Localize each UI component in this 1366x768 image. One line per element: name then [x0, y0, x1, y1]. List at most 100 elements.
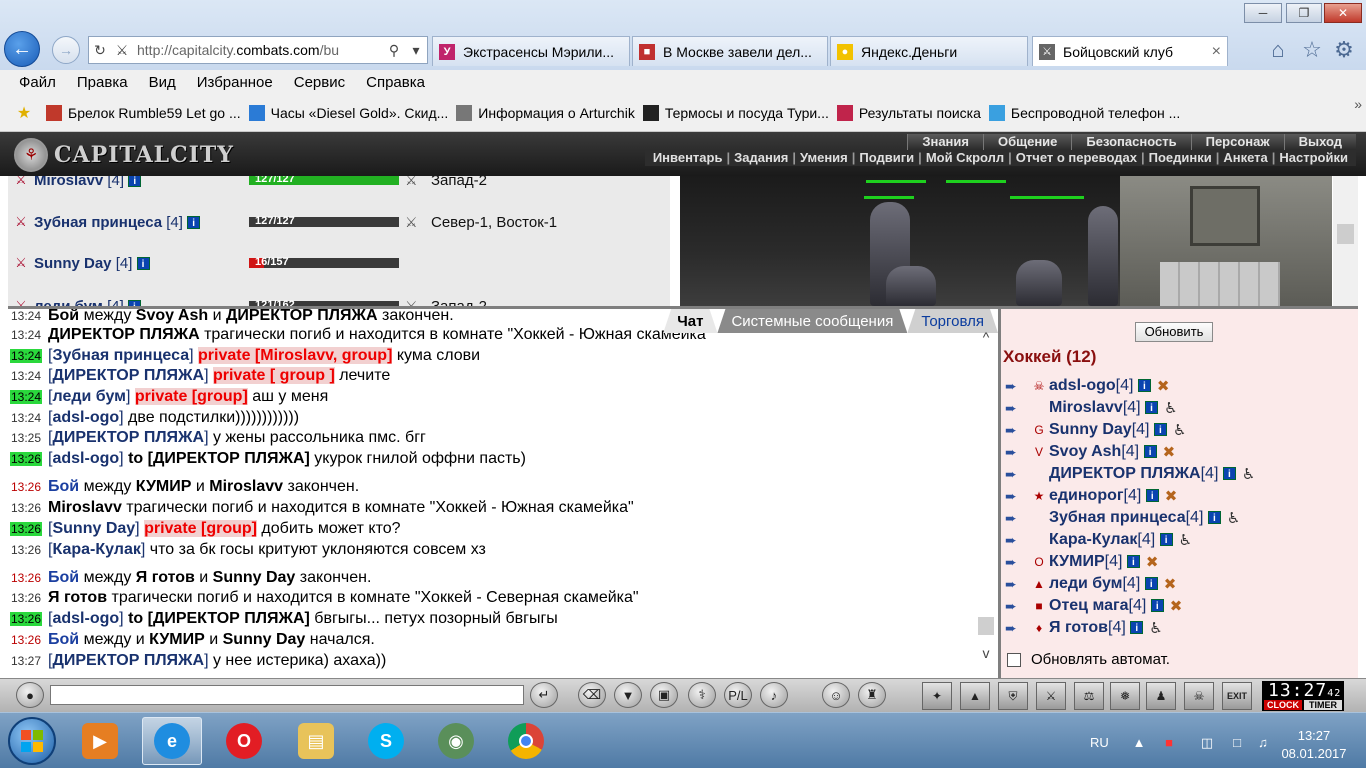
chat-timestamp[interactable]: 13:26 — [10, 452, 43, 466]
member-name[interactable]: Зубная принцеса[4] i — [1049, 509, 1221, 527]
member-name[interactable]: ДИРЕКТОР ПЛЯЖА[4] i — [1049, 465, 1236, 483]
attack-icon[interactable]: ✖ — [1157, 377, 1170, 395]
info-icon[interactable]: i — [1145, 489, 1159, 503]
chat-line[interactable]: 13:26 [adsl-ogo] to [ДИРЕКТОР ПЛЯЖА] бвгы… — [10, 610, 558, 630]
member-name[interactable]: Кара-Кулак[4] i — [1049, 531, 1173, 549]
system-clock[interactable]: 13:27 08.01.2017 — [1278, 727, 1350, 763]
clock-label[interactable]: CLOCK — [1264, 700, 1302, 710]
group-icon[interactable]: ♟ — [1146, 682, 1176, 710]
member-name[interactable]: Svoy Ash[4] i — [1049, 443, 1157, 461]
member-name[interactable]: Я готов[4] i — [1049, 619, 1144, 637]
menu-item[interactable]: Сервис — [294, 74, 345, 91]
heal-icon[interactable]: ♿ — [1173, 421, 1186, 439]
refresh-button[interactable]: Обновить — [1135, 322, 1213, 342]
window-close-button[interactable]: ✕ — [1324, 3, 1362, 23]
network-icon[interactable]: □ — [1228, 735, 1246, 751]
favorite-link[interactable]: Информация о Arturchik — [456, 104, 635, 121]
chat-timestamp[interactable]: 13:26 — [10, 522, 43, 536]
favorite-link[interactable]: Беспроводной телефон ... — [988, 104, 1180, 121]
armor-icon[interactable]: ⚖ — [1074, 682, 1104, 710]
tray-expand-icon[interactable]: ▲ — [1130, 735, 1148, 751]
chat-timestamp[interactable]: 13:24 — [10, 328, 42, 342]
exit-button[interactable]: EXIT — [1222, 682, 1252, 710]
auto-refresh-row[interactable]: Обновлять автомат. — [1007, 651, 1170, 668]
info-icon[interactable]: i — [1150, 599, 1164, 613]
dropdown-icon[interactable]: ▾ — [405, 42, 427, 59]
menu-item[interactable]: Избранное — [197, 74, 273, 91]
chat-line[interactable]: 13:24 Бой между Svoy Ash и ДИРЕКТОР ПЛЯЖА… — [10, 309, 454, 327]
taskbar-skype[interactable]: S — [356, 717, 416, 765]
main-nav-item[interactable]: Знания — [907, 134, 983, 150]
move-arrow-icon[interactable]: ➨ — [1005, 422, 1031, 439]
pdf-tray-icon[interactable]: ■ — [1160, 735, 1178, 751]
info-icon[interactable]: i — [1130, 621, 1144, 635]
fighter-sprite[interactable] — [886, 266, 936, 306]
move-arrow-icon[interactable]: ➨ — [1005, 466, 1031, 483]
favorite-link[interactable]: Результаты поиска — [836, 104, 981, 121]
eraser-icon[interactable]: ⌫ — [578, 682, 606, 708]
player-name[interactable]: леди бум [4] i — [34, 298, 249, 306]
refresh-icon[interactable]: ↻ — [89, 42, 111, 59]
scroll-thumb[interactable] — [1337, 224, 1354, 244]
info-icon[interactable]: i — [1137, 379, 1151, 393]
scroll-up-icon[interactable]: ^ — [976, 329, 996, 345]
browser-tab[interactable]: ⚔ Бойцовский клуб × — [1032, 36, 1228, 66]
favorite-link[interactable]: Брелок Rumble59 Let go ... — [46, 104, 241, 121]
fighter-icon[interactable]: ⚕ — [688, 682, 716, 708]
sub-nav-item[interactable]: Настройки — [1275, 150, 1352, 166]
skull-icon[interactable]: ☠ — [1184, 682, 1214, 710]
info-icon[interactable]: i — [1159, 533, 1173, 547]
info-icon[interactable]: i — [1222, 467, 1236, 481]
chat-scrollbar[interactable]: ^ v — [976, 329, 996, 669]
chat-timestamp[interactable]: 13:26 — [10, 480, 42, 494]
filter-icon[interactable]: ▼ — [614, 682, 642, 708]
member-name[interactable]: Отец мага[4] i — [1049, 597, 1164, 615]
attack-icon[interactable]: ✖ — [1170, 597, 1183, 615]
fighter-sprite[interactable] — [1016, 260, 1062, 306]
menu-item[interactable]: Справка — [366, 74, 425, 91]
attack-icon[interactable]: ✖ — [1146, 553, 1159, 571]
scroll-thumb[interactable] — [978, 617, 994, 635]
address-url[interactable]: http://capitalcity.combats.com/bu — [133, 42, 383, 58]
chat-timestamp[interactable]: 13:24 — [10, 349, 43, 363]
member-name[interactable]: adsl-ogo[4] i — [1049, 377, 1151, 395]
game-logo[interactable]: ⚘ CAPITALCITY — [14, 136, 234, 174]
move-arrow-icon[interactable]: ➨ — [1005, 554, 1031, 571]
spider-icon[interactable]: ❅ — [1110, 682, 1140, 710]
chat-line[interactable]: 13:24 [Зубная принцеса] private [Miroslav… — [10, 347, 480, 367]
main-nav-item[interactable]: Безопасность — [1071, 134, 1191, 150]
member-name[interactable]: Sunny Day[4] i — [1049, 421, 1167, 439]
player-name[interactable]: Miroslavv [4] i — [34, 176, 249, 189]
save-icon[interactable]: ▣ — [650, 682, 678, 708]
heal-icon[interactable]: ♿ — [1149, 619, 1162, 637]
main-nav-item[interactable]: Персонаж — [1190, 134, 1284, 150]
taskbar-internet-explorer[interactable]: e — [142, 717, 202, 765]
chat-line[interactable]: 13:24 [леди бум] private [group] аш у мен… — [10, 388, 328, 408]
info-icon[interactable]: i — [187, 216, 201, 230]
chat-input[interactable] — [50, 685, 524, 705]
volume-icon[interactable]: ♫ — [1254, 735, 1272, 751]
address-bar[interactable]: ↻ ⚔ http://capitalcity.combats.com/bu ⚲ … — [88, 36, 428, 64]
chat-line[interactable]: 13:26 Бой между и КУМИР и Sunny Day начал… — [10, 631, 375, 651]
chat-line[interactable]: 13:26 Бой между КУМИР и Miroslavv законче… — [10, 478, 359, 498]
sub-nav-item[interactable]: Анкета — [1219, 150, 1271, 166]
map-room[interactable] — [1160, 262, 1280, 306]
attack-icon[interactable]: ✖ — [1163, 443, 1176, 461]
back-button[interactable]: ← — [4, 31, 40, 67]
helmet-icon[interactable]: ♜ — [858, 682, 886, 708]
favorites-more-chevron[interactable]: » — [1354, 96, 1362, 112]
info-icon[interactable]: i — [1153, 423, 1167, 437]
info-icon[interactable]: i — [1144, 577, 1158, 591]
info-icon[interactable]: i — [1145, 401, 1159, 415]
player-name[interactable]: Зубная принцеса [4] i — [34, 214, 249, 231]
send-icon[interactable]: ↵ — [530, 682, 558, 708]
browser-tab[interactable]: У Экстрасенсы Мэрили... — [432, 36, 630, 66]
member-name[interactable]: единорог[4] i — [1049, 487, 1159, 505]
taskbar-explorer[interactable]: ▤ — [286, 717, 346, 765]
player-name[interactable]: Sunny Day [4] i — [34, 255, 249, 272]
browser-tab[interactable]: ● Яндекс.Деньги — [830, 36, 1028, 66]
bag-icon[interactable]: ▲ — [960, 682, 990, 710]
smiley-icon[interactable]: ☺ — [822, 682, 850, 708]
heal-icon[interactable]: ♿ — [1242, 465, 1255, 483]
browser-tab[interactable]: ■ В Москве завели дел... — [632, 36, 828, 66]
